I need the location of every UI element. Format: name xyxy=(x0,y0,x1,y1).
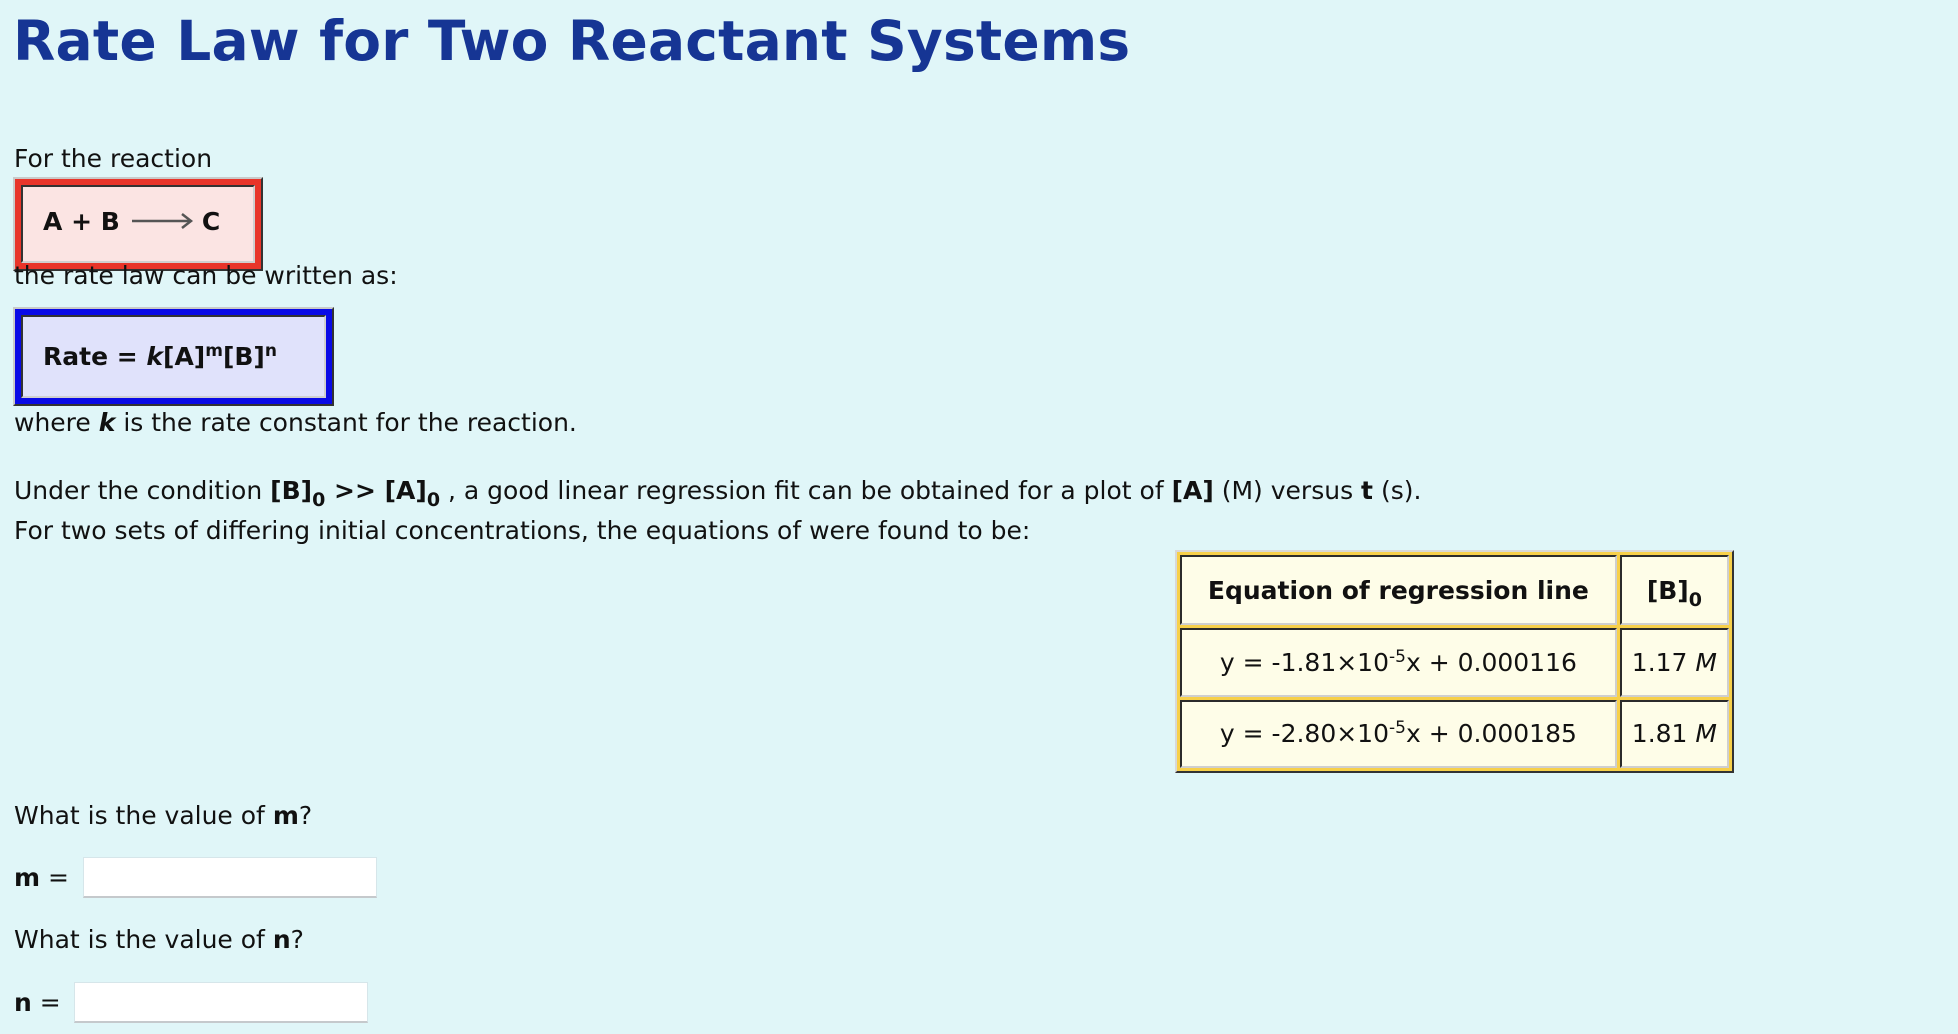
eq-suffix: x + 0.000116 xyxy=(1405,648,1577,678)
reaction-box: A + B C xyxy=(13,177,263,271)
where-k-text: where k is the rate constant for the rea… xyxy=(14,408,577,438)
b0-value: 1.81 xyxy=(1631,719,1688,749)
order-n: n xyxy=(264,341,277,361)
table-header-row: Equation of regression line [B]0 xyxy=(1180,555,1729,626)
condition-a0: [A] xyxy=(384,476,427,505)
m-label: m = xyxy=(14,863,77,893)
rate-prefix: Rate = xyxy=(43,342,147,371)
product-c: C xyxy=(201,207,221,236)
page-title: Rate Law for Two Reactant Systems xyxy=(13,9,1131,73)
condition-b0: [B] xyxy=(270,476,313,505)
rate-law-intro-text: the rate law can be written as: xyxy=(14,261,398,290)
question-n: What is the value of n? xyxy=(14,925,304,955)
condition-t: t xyxy=(1361,476,1373,505)
b0-cell: 1.81 M xyxy=(1619,699,1729,768)
condition-middle: , a good linear regression fit can be ob… xyxy=(440,476,1172,505)
b0-unit: M xyxy=(1695,648,1717,678)
plus-sign: + xyxy=(71,207,93,236)
eq-exponent: -5 xyxy=(1389,718,1406,739)
question-n-after: ? xyxy=(290,925,304,954)
for-reaction-text: For the reaction xyxy=(14,144,213,173)
question-m: What is the value of m? xyxy=(14,801,312,831)
reactant-b: B xyxy=(100,207,120,236)
header-b0-sub: 0 xyxy=(1688,588,1702,611)
m-label-eq: = xyxy=(40,863,77,892)
conc-a: [A] xyxy=(163,342,206,371)
eq-prefix: y = -1.81×10 xyxy=(1219,648,1389,678)
reaction-equation: A + B C xyxy=(43,207,220,238)
regression-table: Equation of regression line [B]0 y = -1.… xyxy=(1175,550,1734,773)
header-b0: [B]0 xyxy=(1619,555,1729,626)
b0-cell: 1.17 M xyxy=(1619,628,1729,697)
m-input[interactable] xyxy=(83,857,377,898)
question-m-var: m xyxy=(272,801,299,830)
condition-unit-s: (s). xyxy=(1373,476,1422,505)
condition-a0-sub: 0 xyxy=(426,489,441,511)
eq-exponent: -5 xyxy=(1389,647,1406,668)
reactant-a: A xyxy=(43,207,63,236)
header-equation: Equation of regression line xyxy=(1180,555,1617,626)
right-arrow-icon xyxy=(130,208,194,238)
condition-before: Under the condition xyxy=(14,476,271,505)
header-b0-label: [B] xyxy=(1646,575,1689,605)
b0-value: 1.17 xyxy=(1631,648,1688,678)
table-row: y = -2.80×10-5x + 0.000185 1.81 M xyxy=(1180,699,1729,768)
where-after: is the rate constant for the reaction. xyxy=(115,408,577,437)
eq-prefix: y = -2.80×10 xyxy=(1219,719,1389,749)
b0-unit: M xyxy=(1695,719,1717,749)
question-m-before: What is the value of xyxy=(14,801,273,830)
question-n-before: What is the value of xyxy=(14,925,273,954)
table-row: y = -1.81×10-5x + 0.000116 1.17 M xyxy=(1180,628,1729,697)
equation-cell: y = -1.81×10-5x + 0.000116 xyxy=(1180,628,1617,697)
rate-law-equation: Rate = k[A]m[B]n xyxy=(43,342,277,372)
eq-suffix: x + 0.000185 xyxy=(1405,719,1577,749)
n-label-var: n xyxy=(14,988,32,1017)
n-label-eq: = xyxy=(31,988,69,1017)
rate-law-box: Rate = k[A]m[B]n xyxy=(13,307,334,406)
rate-constant-k: k xyxy=(146,342,164,371)
order-m: m xyxy=(205,341,223,361)
where-before: where xyxy=(14,408,99,437)
condition-gg: >> xyxy=(325,476,385,505)
m-label-var: m xyxy=(14,863,41,892)
n-input[interactable] xyxy=(74,982,368,1023)
condition-a: [A] xyxy=(1171,476,1214,505)
question-n-var: n xyxy=(272,925,291,954)
question-m-after: ? xyxy=(298,801,313,830)
condition-b0-sub: 0 xyxy=(312,489,326,511)
sets-text: For two sets of differing initial concen… xyxy=(14,516,1031,545)
where-k: k xyxy=(98,408,116,437)
conc-b: [B] xyxy=(222,342,265,371)
equation-cell: y = -2.80×10-5x + 0.000185 xyxy=(1180,699,1617,768)
condition-text: Under the condition [B]0 >> [A]0 , a goo… xyxy=(14,476,1422,510)
n-label: n = xyxy=(14,988,69,1018)
condition-unit-m: (M) versus xyxy=(1213,476,1362,505)
